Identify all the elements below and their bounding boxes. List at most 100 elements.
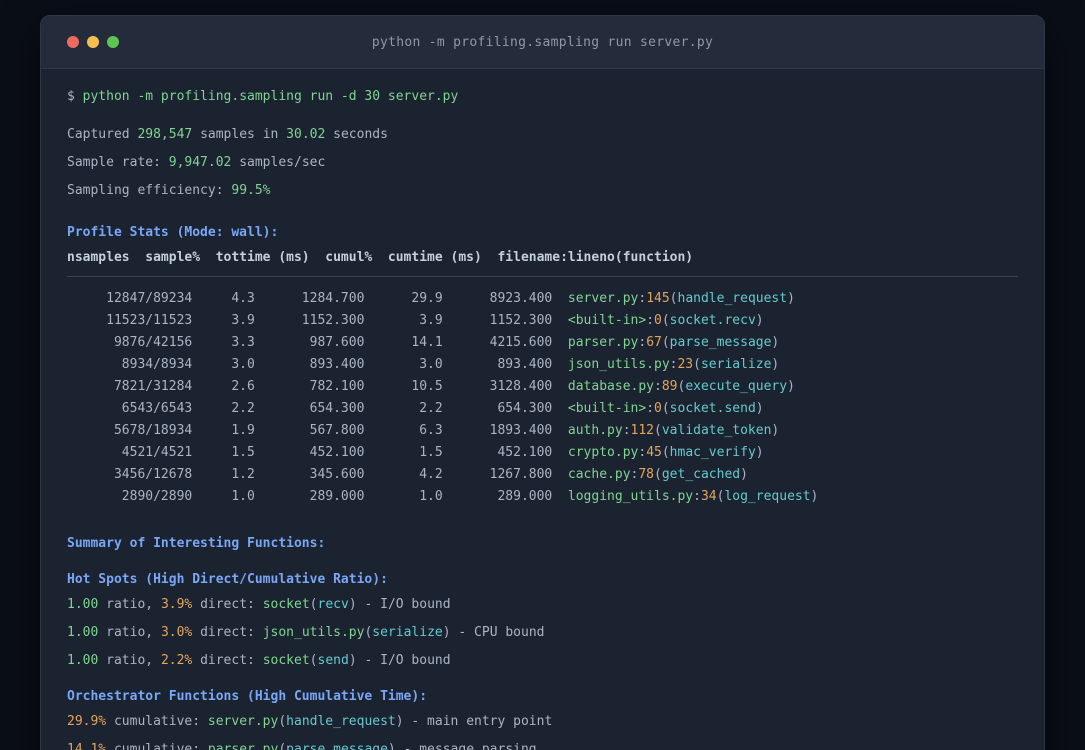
text-segment: send [317, 653, 349, 668]
text-segment: 14.1% [67, 742, 107, 750]
text-segment: ratio, [98, 625, 161, 640]
hot-spot-line: 1.00 ratio, 3.0% direct: json_utils.py(s… [67, 622, 1018, 644]
text-segment: 3.0% [160, 625, 193, 640]
sample-rate-line: Sample rate: 9,947.02 samples/sec [67, 152, 1018, 174]
text-segment: ) [755, 445, 764, 460]
text-segment: 1.00 [67, 597, 99, 612]
text-segment: 78 [638, 467, 655, 482]
text-segment: auth.py [567, 423, 623, 438]
text-segment: 3.9% [160, 597, 193, 612]
text-segment: 9876/42156 3.3 987.600 14.1 4215.600 [67, 335, 568, 350]
text-segment: 45 [646, 445, 662, 460]
text-segment: python -m profiling.sampling run -d 30 s… [82, 89, 459, 104]
hot-spot-line: 1.00 ratio, 3.9% direct: socket(recv) - … [67, 594, 1018, 616]
text-segment: ( [693, 357, 701, 372]
text-segment: cumulative: [106, 742, 208, 750]
stats-row: 5678/18934 1.9 567.800 6.3 1893.400 auth… [67, 420, 1018, 442]
text-segment: ) [787, 379, 795, 394]
text-segment: $ [67, 89, 83, 104]
stats-column-header: nsamples sample% tottime (ms) cumul% cum… [67, 247, 1018, 269]
maximize-button[interactable] [107, 36, 119, 48]
text-segment: handle_request [677, 291, 788, 306]
text-segment: - I/O bound [356, 653, 451, 668]
text-segment: ratio, [98, 597, 161, 612]
stats-row: 9876/42156 3.3 987.600 14.1 4215.600 par… [67, 332, 1018, 354]
stats-row: 8934/8934 3.0 893.400 3.0 893.400 json_u… [67, 354, 1018, 376]
text-segment: ( [661, 445, 670, 460]
text-segment: ) [755, 313, 764, 328]
text-segment: ) [787, 291, 795, 306]
text-segment: ) [442, 625, 451, 640]
text-segment: ) [771, 423, 780, 438]
close-button[interactable] [67, 36, 79, 48]
text-segment: parser.py [207, 742, 279, 750]
text-segment: ratio, [98, 653, 161, 668]
text-segment: socket.recv [669, 313, 756, 328]
stats-row: 2890/2890 1.0 289.000 1.0 289.000 loggin… [67, 486, 1018, 508]
terminal-body[interactable]: $ python -m profiling.sampling run -d 30… [41, 69, 1044, 750]
hot-spot-line: 1.00 ratio, 2.2% direct: socket(send) - … [67, 650, 1018, 672]
text-segment: Captured [67, 127, 138, 142]
hot-spots-heading: Hot Spots (High Direct/Cumulative Ratio)… [67, 569, 1018, 591]
text-segment: 34 [700, 489, 717, 504]
text-segment: 6543/6543 2.2 654.300 2.2 654.300 [67, 401, 568, 416]
text-segment: nsamples sample% tottime (ms) cumul% cum… [67, 250, 694, 265]
text-segment: 11523/11523 3.9 1152.300 3.9 1152.300 [67, 313, 568, 328]
text-segment: 30.02 [286, 127, 326, 142]
text-segment: ( [654, 423, 662, 438]
text-segment: server.py [207, 714, 279, 729]
text-segment: parser.py [567, 335, 639, 350]
orchestrator-line: 29.9% cumulative: server.py(handle_reque… [67, 711, 1018, 733]
text-segment: Sample rate: [67, 155, 169, 170]
text-segment: ) [348, 597, 357, 612]
text-segment: server.py [567, 291, 639, 306]
text-segment: serialize [372, 625, 443, 640]
text-segment: ) [771, 335, 780, 350]
text-segment: ( [309, 597, 318, 612]
text-segment: get_cached [661, 467, 741, 482]
text-segment: direct: [192, 653, 263, 668]
text-segment: : [638, 291, 647, 306]
text-segment: : [693, 489, 701, 504]
text-segment: : [646, 401, 655, 416]
text-segment: ) [810, 489, 819, 504]
window-controls [67, 36, 147, 48]
terminal-window: python -m profiling.sampling run server.… [40, 15, 1045, 750]
text-segment: Hot Spots (High Direct/Cumulative Ratio)… [67, 572, 388, 587]
text-segment: 2890/2890 1.0 289.000 1.0 289.000 [67, 489, 568, 504]
text-segment: direct: [192, 625, 263, 640]
stats-row: 6543/6543 2.2 654.300 2.2 654.300 <built… [67, 398, 1018, 420]
text-segment: <built-in> [567, 401, 647, 416]
text-segment: seconds [325, 127, 388, 142]
stats-row: 7821/31284 2.6 782.100 10.5 3128.400 dat… [67, 376, 1018, 398]
text-segment: log_request [724, 489, 811, 504]
text-segment: 2.2% [160, 653, 193, 668]
text-segment: logging_utils.py [567, 489, 694, 504]
text-segment: 3456/12678 1.2 345.600 4.2 1267.800 [67, 467, 568, 482]
text-segment: 1.00 [67, 625, 99, 640]
minimize-button[interactable] [87, 36, 99, 48]
text-segment: - CPU bound [450, 625, 545, 640]
text-segment: 67 [646, 335, 662, 350]
text-segment: direct: [192, 597, 263, 612]
command-line: $ python -m profiling.sampling run -d 30… [67, 86, 1018, 108]
title-bar[interactable]: python -m profiling.sampling run server.… [41, 16, 1044, 69]
text-segment: Summary of Interesting Functions: [67, 536, 326, 551]
text-segment: validate_token [661, 423, 772, 438]
text-segment: 0 [654, 401, 662, 416]
text-segment: ( [661, 335, 670, 350]
text-segment: socket [262, 597, 310, 612]
text-segment: 1.00 [67, 653, 99, 668]
text-segment: 4521/4521 1.5 452.100 1.5 452.100 [67, 445, 568, 460]
text-segment: ) [755, 401, 764, 416]
efficiency-line: Sampling efficiency: 99.5% [67, 180, 1018, 202]
text-segment: 112 [630, 423, 655, 438]
stats-row: 3456/12678 1.2 345.600 4.2 1267.800 cach… [67, 464, 1018, 486]
text-segment: : [638, 445, 647, 460]
text-segment: ) [395, 714, 404, 729]
text-segment: cache.py [567, 467, 631, 482]
text-segment: - main entry point [403, 714, 553, 729]
orchestrator-line: 14.1% cumulative: parser.py(parse_messag… [67, 739, 1018, 750]
stats-row: 4521/4521 1.5 452.100 1.5 452.100 crypto… [67, 442, 1018, 464]
text-segment: ( [278, 742, 287, 750]
